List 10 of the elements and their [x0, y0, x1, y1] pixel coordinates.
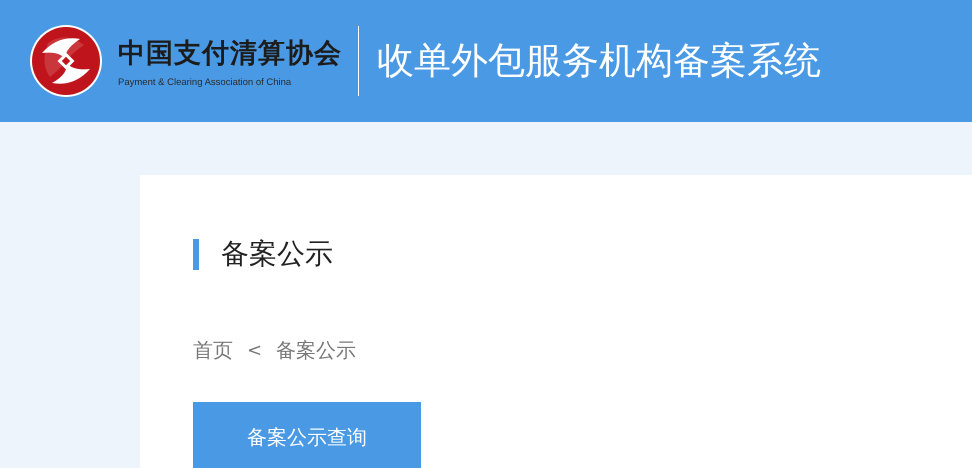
breadcrumb-link[interactable]: 备案公示 — [276, 337, 356, 364]
breadcrumb-separator: < — [247, 340, 262, 361]
org-name-english: Payment & Clearing Association of China — [118, 76, 292, 88]
system-title: 收单外包服务机构备案系统 — [377, 38, 821, 84]
logo-icon — [28, 23, 104, 99]
section-title: 备案公示 — [221, 236, 333, 272]
breadcrumb-link[interactable]: 首页 — [193, 337, 233, 364]
title-accent-bar — [193, 238, 199, 270]
org-name: 中国支付清算协会 — [118, 36, 342, 70]
tab[interactable]: 备案公示查询 — [193, 402, 421, 468]
